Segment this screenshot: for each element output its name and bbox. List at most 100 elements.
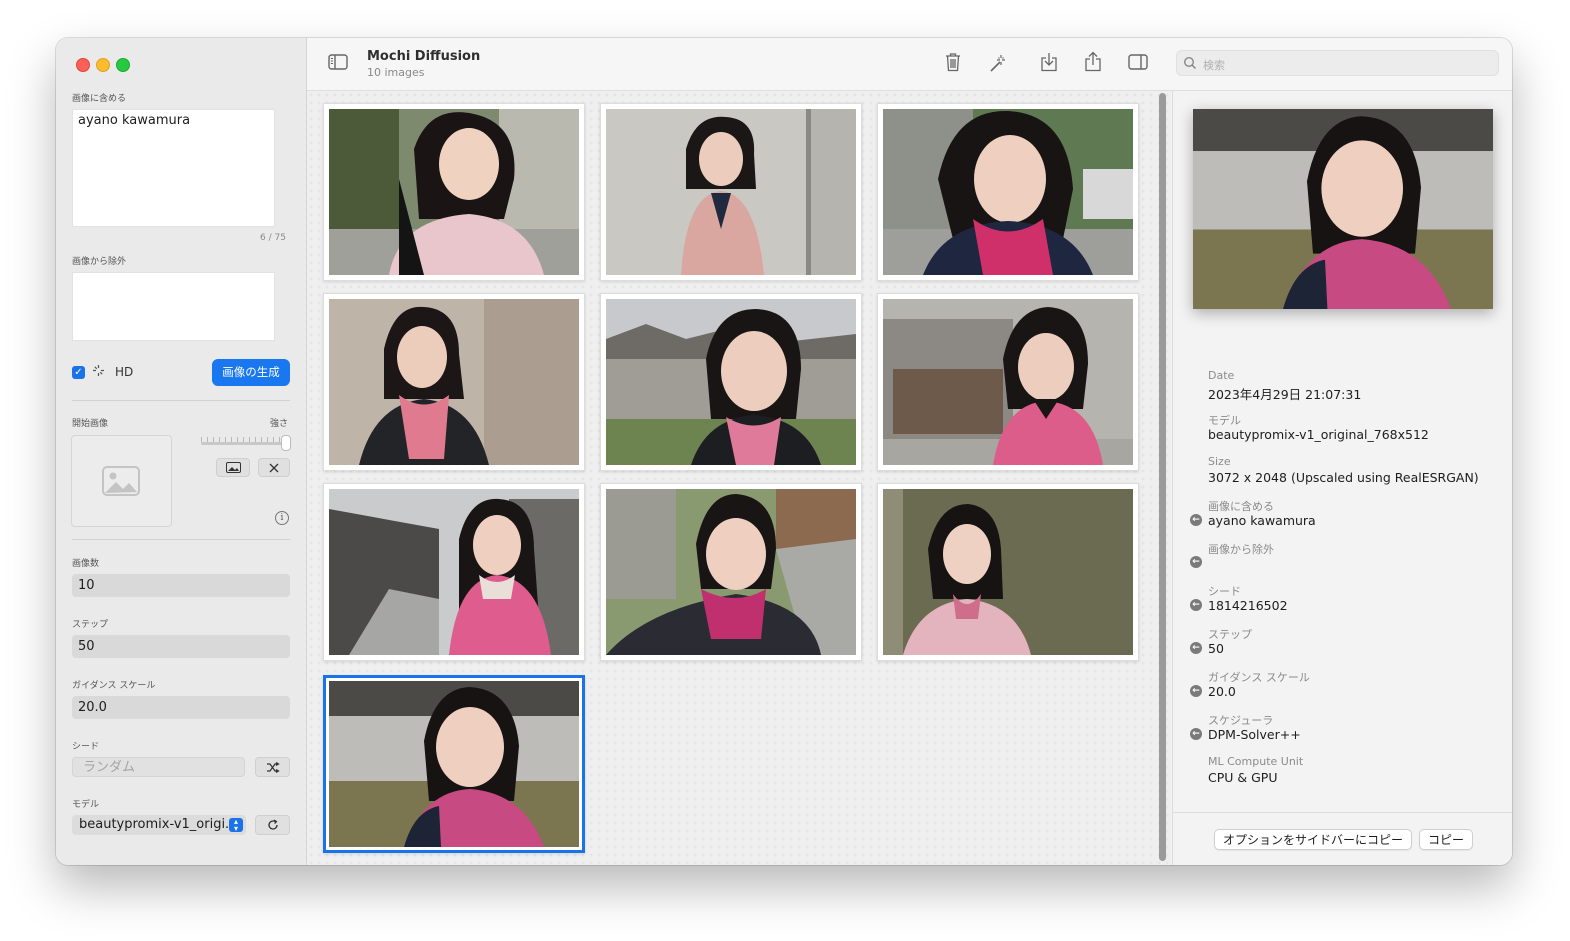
- prompt-token-counter: 6 / 75: [260, 233, 286, 243]
- seed-label: シード: [72, 742, 100, 752]
- image-count-label: 画像数: [72, 559, 100, 569]
- start-image-label: 開始画像: [72, 419, 109, 429]
- gallery-image[interactable]: [600, 483, 862, 661]
- divider: [72, 400, 290, 401]
- copy-seed-arrow-icon[interactable]: ←: [1190, 599, 1202, 611]
- reload-icon: [267, 819, 278, 830]
- photo-placeholder-icon: [102, 466, 140, 496]
- gallery-scrollbar[interactable]: [1159, 93, 1166, 861]
- portrait-image: [606, 109, 856, 275]
- copy-button[interactable]: コピー: [1419, 829, 1473, 850]
- gallery-image[interactable]: [877, 483, 1139, 661]
- portrait-image: [883, 299, 1133, 465]
- guidance-scale-label: ガイダンス スケール: [1208, 671, 1310, 684]
- close-window-button[interactable]: [76, 58, 90, 72]
- shuffle-icon: [266, 761, 280, 774]
- strength-label: 強さ: [270, 419, 289, 429]
- guidance-scale-value: 20.0: [1208, 684, 1236, 699]
- zoom-window-button[interactable]: [116, 58, 130, 72]
- portrait-image: [606, 489, 856, 655]
- hd-checkbox[interactable]: ✓: [72, 366, 85, 379]
- include-prompt-input[interactable]: ayano kawamura: [72, 109, 275, 227]
- portrait-image: [606, 299, 856, 465]
- copy-guidance-arrow-icon[interactable]: ←: [1190, 685, 1202, 697]
- close-icon: [269, 463, 279, 473]
- model-label: モデル: [72, 800, 100, 810]
- gallery-image[interactable]: [600, 103, 862, 281]
- gallery-image-selected[interactable]: [323, 675, 585, 853]
- image-gallery: [307, 91, 1171, 865]
- sidebar-toggle-icon[interactable]: [328, 54, 348, 74]
- seed-label: シード: [1208, 585, 1241, 598]
- gallery-image[interactable]: [323, 483, 585, 661]
- strength-slider-knob[interactable]: [281, 435, 291, 451]
- gallery-image[interactable]: [877, 293, 1139, 471]
- model-value: beautypromix-v1_original_768x512: [1208, 427, 1429, 442]
- share-icon[interactable]: [1084, 51, 1104, 72]
- inspector-toggle-icon[interactable]: [1128, 54, 1148, 74]
- window-title: Mochi Diffusion: [367, 49, 481, 64]
- clear-start-image-button[interactable]: [258, 458, 290, 477]
- include-prompt-label: 画像に含める: [72, 94, 127, 104]
- date-value: 2023年4月29日 21:07:31: [1208, 387, 1362, 402]
- exclude-prompt-input[interactable]: [72, 272, 275, 341]
- guidance-scale-label: ガイダンス スケール: [72, 681, 156, 691]
- exclude-prompt-label: 画像から除外: [1208, 543, 1274, 556]
- chevron-updown-icon: ▴ ▾: [229, 818, 243, 833]
- portrait-image: [329, 489, 579, 655]
- selected-image-preview: [1193, 109, 1493, 309]
- model-label: モデル: [1208, 414, 1241, 427]
- search-placeholder: 検索: [1203, 59, 1225, 72]
- compute-unit-value: CPU & GPU: [1208, 770, 1278, 785]
- gallery-image[interactable]: [323, 103, 585, 281]
- steps-value: 50: [1208, 641, 1224, 656]
- size-label: Size: [1208, 455, 1231, 468]
- steps-field[interactable]: 50: [72, 635, 290, 658]
- scheduler-value: DPM-Solver++: [1208, 727, 1301, 742]
- copy-exclude-arrow-icon[interactable]: ←: [1190, 556, 1202, 568]
- toolbar: Mochi Diffusion 10 images 検索: [307, 38, 1512, 91]
- model-select[interactable]: beautypromix-v1_origi... ▴ ▾: [72, 815, 246, 835]
- image-count-subtitle: 10 images: [367, 66, 425, 79]
- steps-label: ステップ: [72, 620, 109, 630]
- search-field[interactable]: 検索: [1176, 50, 1499, 76]
- app-window: 画像に含める ayano kawamura 6 / 75 画像から除外 ✓ HD…: [56, 38, 1512, 865]
- magic-wand-icon[interactable]: [988, 53, 1008, 73]
- info-icon[interactable]: i: [275, 511, 289, 525]
- divider: [72, 539, 290, 540]
- size-value: 3072 x 2048 (Upscaled using RealESRGAN): [1208, 470, 1479, 485]
- trash-icon[interactable]: [944, 52, 964, 72]
- include-prompt-value: ayano kawamura: [1208, 513, 1316, 528]
- guidance-scale-field[interactable]: 20.0: [72, 696, 290, 719]
- image-icon: [225, 462, 241, 473]
- inspector-panel: Date 2023年4月29日 21:07:31 モデル beautypromi…: [1172, 91, 1512, 865]
- scheduler-label: スケジューラ: [1208, 714, 1274, 727]
- hd-label: HD: [115, 365, 134, 379]
- seed-input[interactable]: ランダム: [72, 757, 245, 777]
- portrait-image: [883, 109, 1133, 275]
- copy-include-arrow-icon[interactable]: ←: [1190, 514, 1202, 526]
- image-count-field[interactable]: 10: [72, 574, 290, 597]
- minimize-window-button[interactable]: [96, 58, 110, 72]
- random-seed-button[interactable]: [255, 757, 290, 777]
- copy-steps-arrow-icon[interactable]: ←: [1190, 642, 1202, 654]
- download-icon[interactable]: [1040, 52, 1060, 72]
- model-select-value: beautypromix-v1_origi...: [79, 817, 238, 832]
- start-image-well[interactable]: [71, 435, 172, 527]
- generate-image-button[interactable]: 画像の生成: [212, 359, 290, 386]
- select-start-image-button[interactable]: [216, 458, 250, 477]
- include-prompt-label: 画像に含める: [1208, 500, 1274, 513]
- strength-slider[interactable]: [201, 442, 285, 445]
- divider: [1173, 812, 1512, 813]
- compute-unit-label: ML Compute Unit: [1208, 755, 1304, 768]
- gallery-image[interactable]: [323, 293, 585, 471]
- copy-scheduler-arrow-icon[interactable]: ←: [1190, 728, 1202, 740]
- gallery-image[interactable]: [600, 293, 862, 471]
- portrait-image: [329, 681, 579, 847]
- portrait-image: [329, 109, 579, 275]
- search-icon: [1183, 55, 1197, 74]
- settings-sidebar: 画像に含める ayano kawamura 6 / 75 画像から除外 ✓ HD…: [56, 38, 307, 865]
- gallery-image[interactable]: [877, 103, 1139, 281]
- copy-options-to-sidebar-button[interactable]: オプションをサイドバーにコピー: [1214, 829, 1412, 850]
- reload-models-button[interactable]: [255, 815, 290, 835]
